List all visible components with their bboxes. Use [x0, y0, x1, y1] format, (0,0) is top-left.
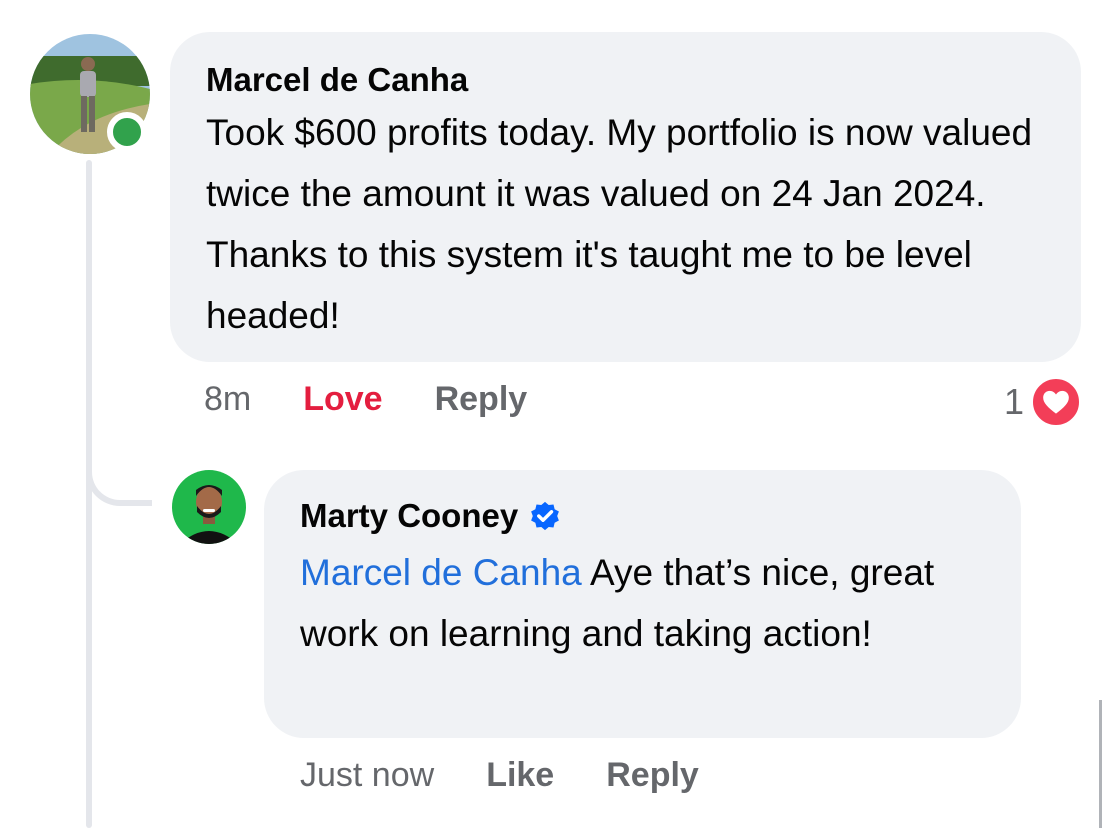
avatar-photo [172, 470, 246, 544]
reply-author[interactable]: Marty Cooney [300, 496, 518, 536]
reply-bubble: Marty Cooney Marcel de Canha Aye that’s … [264, 470, 1021, 738]
thread-connector [86, 440, 152, 506]
heart-icon [1030, 376, 1082, 428]
love-reaction-button[interactable]: Love [303, 380, 382, 419]
reaction-summary[interactable]: 1 [1004, 376, 1082, 428]
mention-link[interactable]: Marcel de Canha [300, 552, 582, 593]
reply-actions: Just now Like Reply [300, 756, 699, 795]
thread-line [86, 160, 92, 828]
comment-author[interactable]: Marcel de Canha [206, 60, 1045, 100]
reply-author-row: Marty Cooney [300, 496, 985, 536]
online-status-dot [107, 112, 147, 152]
comment-text: Took $600 profits today. My portfolio is… [206, 112, 1033, 336]
reaction-count: 1 [1003, 381, 1024, 422]
like-button[interactable]: Like [486, 756, 554, 795]
reply-timestamp[interactable]: Just now [300, 756, 434, 795]
reply-text-block: Marcel de Canha Aye that’s nice, great w… [300, 542, 985, 664]
verified-badge-icon [528, 499, 562, 533]
reply-to-reply-button[interactable]: Reply [606, 756, 699, 795]
comment-timestamp[interactable]: 8m [204, 380, 251, 419]
comment-actions: 8m Love Reply [204, 380, 527, 419]
avatar-marty[interactable] [172, 470, 246, 544]
comment-bubble: Marcel de Canha Took $600 profits today.… [170, 32, 1081, 362]
reply-button[interactable]: Reply [435, 380, 528, 419]
